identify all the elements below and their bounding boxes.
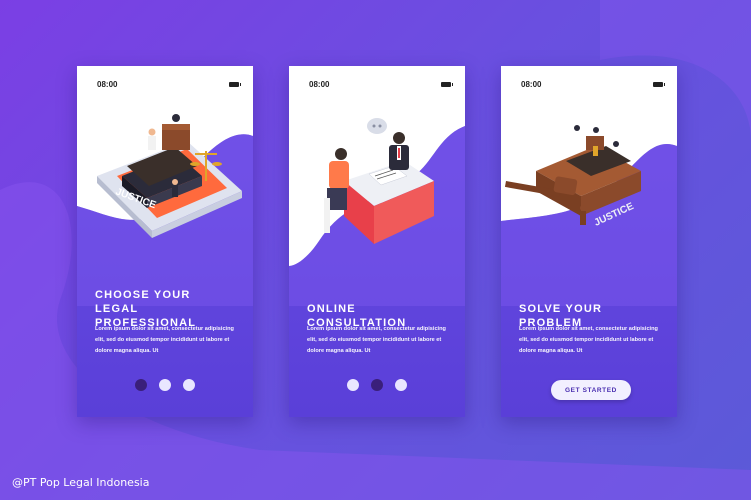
page-dot-3[interactable] [395, 379, 407, 391]
page-dot-1-active[interactable] [135, 379, 147, 391]
screen-description: Lorem ipsum dolor sit amet, consectetur … [307, 326, 446, 354]
consultation-desk-icon [324, 118, 434, 244]
law-books-scales-judge-icon: JUSTICE [97, 114, 242, 238]
copyright-credit: @PT Pop Legal Indonesia [12, 476, 150, 489]
screen-description: Lorem ipsum dolor sit amet, consectetur … [95, 326, 234, 354]
get-started-button[interactable]: GET STARTED [551, 380, 631, 400]
page-dot-2-active[interactable] [371, 379, 383, 391]
onboarding-screen-1: 08:00 JUSTICE CHOOSE YOUR LEGAL PROFESSI… [77, 66, 253, 417]
page-dot-2[interactable] [159, 379, 171, 391]
page-indicator [289, 379, 465, 391]
onboarding-screen-2: 08:00 ONLINE CONSULTATION Lorem ipsum do… [289, 66, 465, 417]
onboarding-screen-3: 08:00 JUSTICE SOLVE YOUR PROBLEM Lorem i… [501, 66, 677, 417]
screen-description: Lorem ipsum dolor sit amet, consectetur … [519, 326, 658, 354]
page-dot-1[interactable] [347, 379, 359, 391]
page-indicator [77, 379, 253, 391]
gavel-courtroom-icon: JUSTICE [504, 125, 641, 229]
page-dot-3[interactable] [183, 379, 195, 391]
